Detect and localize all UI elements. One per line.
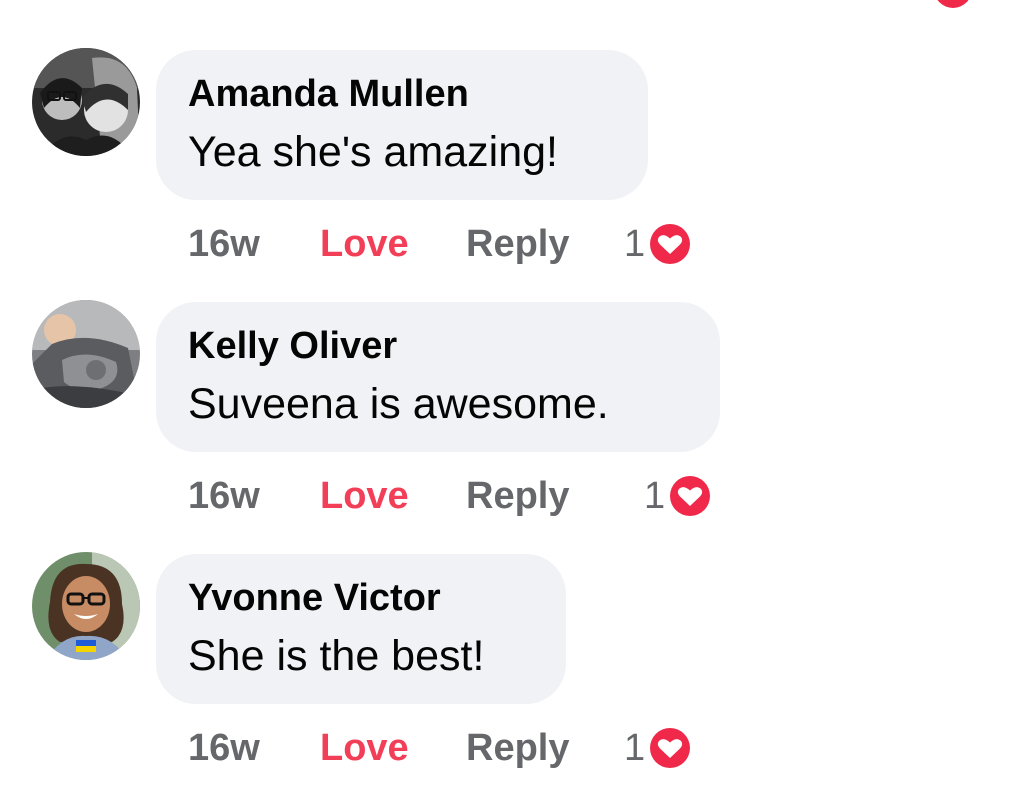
heart-icon [647,221,694,267]
love-button[interactable]: Love [320,475,466,518]
comment-text: Suveena is awesome. [188,380,609,428]
reaction-summary[interactable]: 1 [624,214,694,274]
avatar[interactable] [32,552,140,660]
reply-button[interactable]: Reply [466,223,569,266]
reaction-count: 1 [644,474,666,517]
reply-button[interactable]: Reply [466,475,569,518]
avatar[interactable] [32,300,140,408]
comment-author[interactable]: Kelly Oliver [188,324,680,368]
comments-thread: Amanda Mullen Yea she's amazing! 16w Lov… [0,0,1024,802]
reaction-count: 1 [624,726,646,769]
comment-text: Yea she's amazing! [188,128,558,176]
comment-timestamp[interactable]: 16w [188,475,320,518]
reaction-summary[interactable]: 1 [624,718,694,778]
comment-bubble: Amanda Mullen Yea she's amazing! [156,50,648,200]
reply-button[interactable]: Reply [466,727,569,770]
heart-icon [647,725,694,771]
heart-icon [667,473,714,519]
comment-bubble: Kelly Oliver Suveena is awesome. [156,302,720,452]
comment-actions: 16w Love Reply 1 [188,466,714,526]
comment-actions: 16w Love Reply 1 [188,718,694,778]
clipped-previous-comment [180,0,340,6]
comment-author[interactable]: Yvonne Victor [188,576,526,620]
love-button[interactable]: Love [320,727,466,770]
comment-timestamp[interactable]: 16w [188,727,320,770]
reaction-count: 1 [624,222,646,265]
love-button[interactable]: Love [320,223,466,266]
avatar[interactable] [32,48,140,156]
comment-bubble: Yvonne Victor She is the best! [156,554,566,704]
clipped-heart-icon [934,0,972,8]
comment-author[interactable]: Amanda Mullen [188,72,608,116]
comment-timestamp[interactable]: 16w [188,223,320,266]
comment-text: She is the best! [188,632,485,680]
reaction-summary[interactable]: 1 [644,466,714,526]
comment-actions: 16w Love Reply 1 [188,214,694,274]
